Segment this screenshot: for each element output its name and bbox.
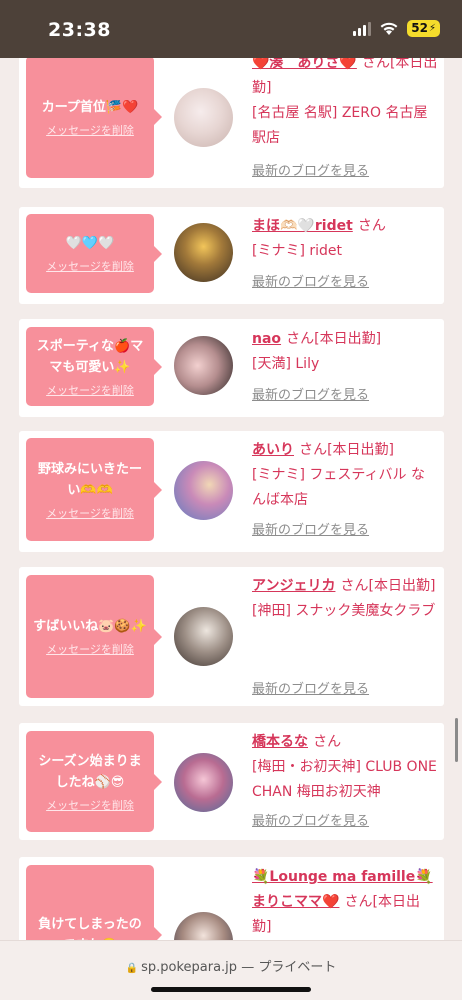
avatar[interactable] [174, 223, 233, 282]
shop-name: [名古屋 名駅] ZERO 名古屋駅店 [252, 105, 428, 146]
message-text: 野球みにいきたーい🫶🫶 [37, 461, 142, 498]
shop-name: [天満] Lily [252, 356, 320, 372]
scrollbar[interactable] [455, 718, 458, 762]
message-text: スポーティな🍎ママも可愛い✨ [36, 338, 144, 375]
delete-message-link[interactable]: メッセージを削除 [46, 505, 134, 521]
message-bubble: カープ首位🎏❤️ メッセージを削除 [26, 58, 162, 178]
latest-blog-link[interactable]: 最新のブログを見る [252, 271, 369, 290]
status-text: さん [313, 734, 342, 750]
delete-message-link[interactable]: メッセージを削除 [46, 641, 134, 657]
message-bubble: 野球みにいきたーい🫶🫶 メッセージを削除 [26, 438, 162, 541]
status-text: さん[本日出勤] [299, 442, 395, 458]
delete-message-link[interactable]: メッセージを削除 [46, 258, 134, 274]
avatar[interactable] [174, 336, 233, 395]
shop-name: [ミナミ] フェスティバル なんば本店 [252, 467, 425, 508]
delete-message-link[interactable]: メッセージを削除 [46, 382, 134, 398]
private-mode-label: プライベート [258, 960, 337, 975]
girl-name-link[interactable]: 橋本るな [252, 734, 308, 750]
girl-name-link[interactable]: あいり [252, 442, 294, 458]
latest-blog-link[interactable]: 最新のブログを見る [252, 160, 369, 179]
browser-url-bar[interactable]: 🔒 sp.pokepara.jp — プライベート [0, 940, 462, 1000]
message-text: シーズン始まりましたね⚾😎 [38, 753, 142, 790]
list-item: カープ首位🎏❤️ メッセージを削除 ❤️湊 ありさ❤️ さん[本日出勤] [名古… [19, 58, 444, 188]
home-indicator[interactable] [151, 987, 311, 992]
girl-name-link[interactable]: まほ🫶🏻🤍ridet [252, 218, 353, 234]
battery-icon: 52 ⚡ [407, 20, 440, 37]
url-separator: — [241, 960, 255, 975]
status-icons: 52 ⚡ [353, 20, 440, 37]
status-text: さん [357, 218, 386, 234]
message-bubble: シーズン始まりましたね⚾😎 メッセージを削除 [26, 731, 162, 832]
latest-blog-link[interactable]: 最新のブログを見る [252, 810, 369, 829]
shop-name: [ミナミ] ridet [252, 243, 343, 259]
wifi-icon [380, 22, 398, 35]
avatar[interactable] [174, 88, 233, 147]
girl-name-link[interactable]: アンジェリカ [252, 578, 335, 594]
message-list: カープ首位🎏❤️ メッセージを削除 ❤️湊 ありさ❤️ さん[本日出勤] [名古… [0, 58, 462, 1000]
shop-name: [神田] スナック美魔女クラブ [252, 603, 436, 619]
message-text: カープ首位🎏❤️ [41, 99, 139, 115]
list-item: 🤍🩵🤍 メッセージを削除 まほ🫶🏻🤍ridet さん [ミナミ] ridet 最… [19, 207, 444, 304]
list-item: スポーティな🍎ママも可愛い✨ メッセージを削除 nao さん[本日出勤] [天満… [19, 319, 444, 417]
girl-name-link[interactable]: nao [252, 331, 281, 347]
avatar[interactable] [174, 607, 233, 666]
list-item: 野球みにいきたーい🫶🫶 メッセージを削除 あいり さん[本日出勤] [ミナミ] … [19, 431, 444, 552]
cellular-signal-icon [353, 21, 372, 36]
status-text: さん[本日出勤] [340, 578, 436, 594]
status-text: さん[本日出勤] [286, 331, 382, 347]
latest-blog-link[interactable]: 最新のブログを見る [252, 678, 369, 697]
url-text[interactable]: 🔒 sp.pokepara.jp — プライベート [0, 956, 462, 975]
latest-blog-link[interactable]: 最新のブログを見る [252, 519, 369, 538]
girl-name-link[interactable]: ❤️湊 ありさ❤️ [252, 58, 357, 71]
battery-level: 52 [411, 21, 428, 35]
list-item: すばいいね🐷🍪✨ メッセージを削除 アンジェリカ さん[本日出勤] [神田] ス… [19, 567, 444, 706]
delete-message-link[interactable]: メッセージを削除 [46, 122, 134, 138]
lock-icon: 🔒 [125, 963, 139, 974]
status-time: 23:38 [48, 19, 111, 41]
message-bubble: 🤍🩵🤍 メッセージを削除 [26, 214, 162, 293]
status-bar: 23:38 52 ⚡ [0, 0, 462, 58]
list-item: シーズン始まりましたね⚾😎 メッセージを削除 橋本るな さん [梅田・お初天神]… [19, 723, 444, 840]
message-bubble: すばいいね🐷🍪✨ メッセージを削除 [26, 575, 162, 698]
delete-message-link[interactable]: メッセージを削除 [46, 797, 134, 813]
message-text: すばいいね🐷🍪✨ [33, 619, 147, 634]
avatar[interactable] [174, 461, 233, 520]
url-domain: sp.pokepara.jp [141, 960, 238, 975]
avatar[interactable] [174, 753, 233, 812]
message-text: 🤍🩵🤍 [65, 236, 115, 251]
latest-blog-link[interactable]: 最新のブログを見る [252, 384, 369, 403]
message-bubble: スポーティな🍎ママも可愛い✨ メッセージを削除 [26, 327, 162, 406]
shop-name: [梅田・お初天神] CLUB ONE CHAN 梅田お初天神 [252, 759, 437, 800]
